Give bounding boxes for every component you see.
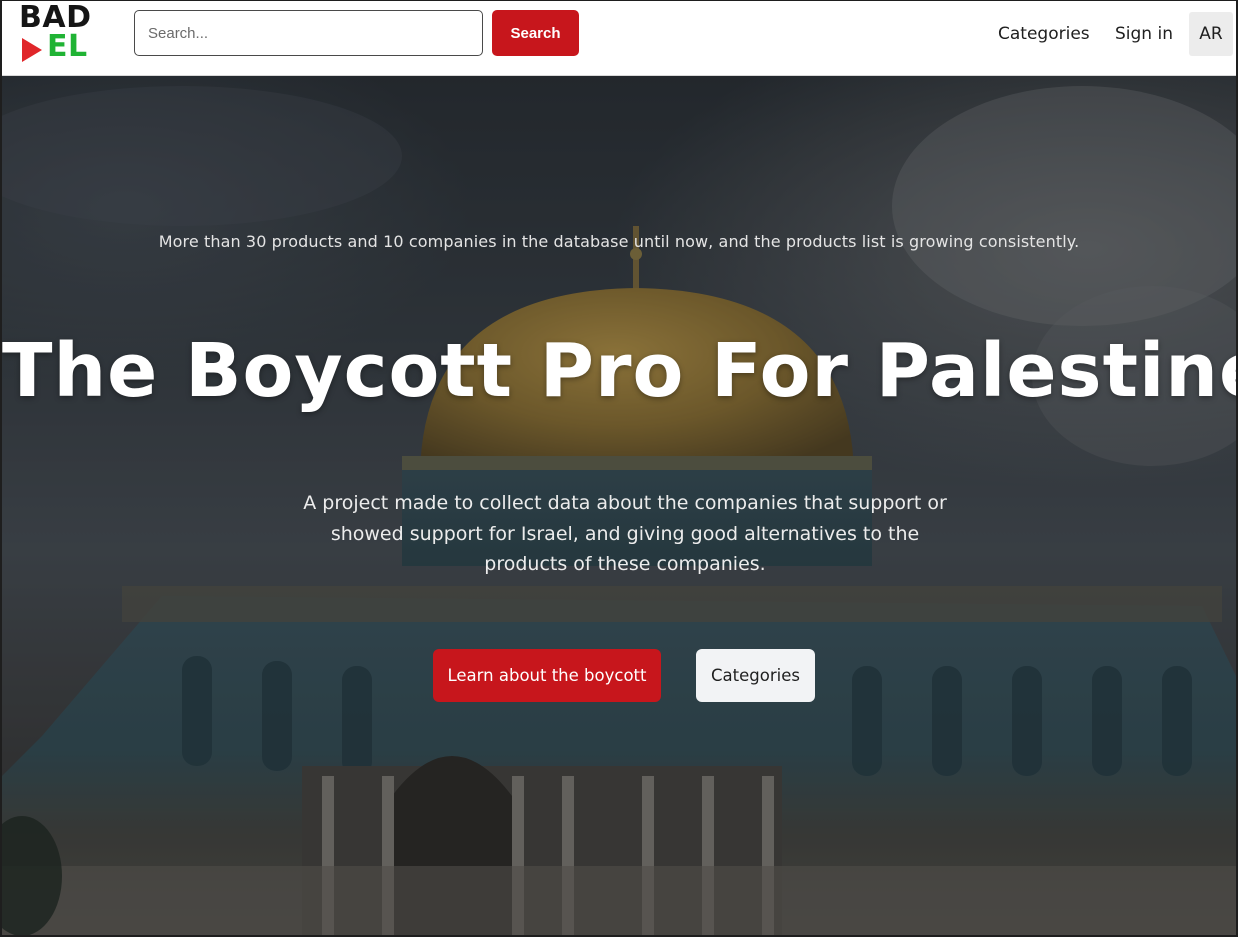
hero-categories-button[interactable]: Categories bbox=[696, 649, 815, 702]
nav-signin-link[interactable]: Sign in bbox=[1115, 21, 1173, 47]
search-input[interactable] bbox=[134, 10, 483, 56]
navbar: BAD EL Search Categories Sign in AR bbox=[2, 1, 1236, 76]
hero-title: The Boycott Pro For Palestine. bbox=[2, 328, 1236, 414]
logo-text-bottom: EL bbox=[47, 29, 88, 64]
hero-stats-text: More than 30 products and 10 companies i… bbox=[158, 232, 1080, 251]
page: BAD EL Search Categories Sign in AR bbox=[0, 0, 1238, 937]
language-toggle-button[interactable]: AR bbox=[1189, 12, 1233, 56]
site-logo[interactable]: BAD EL bbox=[19, 2, 101, 66]
search-button[interactable]: Search bbox=[492, 10, 579, 56]
learn-about-boycott-button[interactable]: Learn about the boycott bbox=[433, 649, 661, 702]
hero-description: A project made to collect data about the… bbox=[303, 492, 947, 575]
play-icon bbox=[22, 38, 42, 62]
nav-categories-link[interactable]: Categories bbox=[998, 21, 1090, 47]
hero-section: More than 30 products and 10 companies i… bbox=[2, 76, 1236, 935]
